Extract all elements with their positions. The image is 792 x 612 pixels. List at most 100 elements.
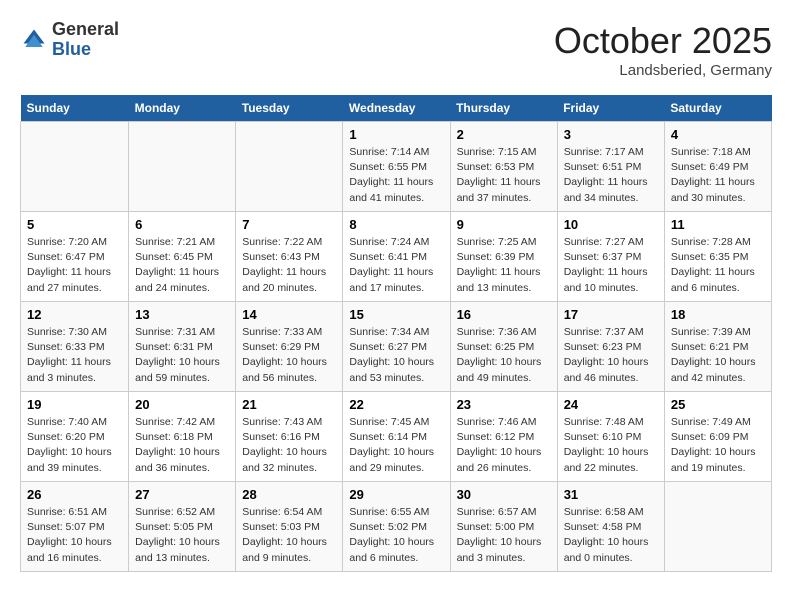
calendar-cell	[129, 122, 236, 212]
header-saturday: Saturday	[664, 95, 771, 122]
calendar-header-row: SundayMondayTuesdayWednesdayThursdayFrid…	[21, 95, 772, 122]
day-number: 14	[242, 307, 336, 322]
day-number: 10	[564, 217, 658, 232]
day-info: Sunrise: 7:30 AM Sunset: 6:33 PM Dayligh…	[27, 325, 122, 386]
day-number: 1	[349, 127, 443, 142]
calendar-week-row: 5 Sunrise: 7:20 AM Sunset: 6:47 PM Daylig…	[21, 212, 772, 302]
calendar-cell	[664, 482, 771, 572]
calendar-cell: 24Sunrise: 7:48 AM Sunset: 6:10 PM Dayli…	[557, 392, 664, 482]
day-number: 15	[349, 307, 443, 322]
calendar-cell: 16 Sunrise: 7:36 AM Sunset: 6:25 PM Dayli…	[450, 302, 557, 392]
calendar-cell: 18 Sunrise: 7:39 AM Sunset: 6:21 PM Dayli…	[664, 302, 771, 392]
day-info: Sunrise: 7:37 AM Sunset: 6:23 PM Dayligh…	[564, 325, 658, 386]
calendar-week-row: 19 Sunrise: 7:40 AM Sunset: 6:20 PM Dayli…	[21, 392, 772, 482]
calendar-cell: 26Sunrise: 6:51 AM Sunset: 5:07 PM Dayli…	[21, 482, 129, 572]
calendar-cell: 19 Sunrise: 7:40 AM Sunset: 6:20 PM Dayli…	[21, 392, 129, 482]
header-friday: Friday	[557, 95, 664, 122]
day-number: 13	[135, 307, 229, 322]
day-number: 25	[671, 397, 765, 412]
day-number: 27	[135, 487, 229, 502]
calendar-cell: 28Sunrise: 6:54 AM Sunset: 5:03 PM Dayli…	[236, 482, 343, 572]
day-info: Sunrise: 7:39 AM Sunset: 6:21 PM Dayligh…	[671, 325, 765, 386]
header-monday: Monday	[129, 95, 236, 122]
calendar-cell: 8 Sunrise: 7:24 AM Sunset: 6:41 PM Daylig…	[343, 212, 450, 302]
calendar-cell: 13 Sunrise: 7:31 AM Sunset: 6:31 PM Dayli…	[129, 302, 236, 392]
day-number: 11	[671, 217, 765, 232]
day-info: Sunrise: 7:49 AM Sunset: 6:09 PM Dayligh…	[671, 415, 765, 476]
calendar-cell: 27Sunrise: 6:52 AM Sunset: 5:05 PM Dayli…	[129, 482, 236, 572]
calendar-cell: 31 Sunrise: 6:58 AM Sunset: 4:58 PM Dayli…	[557, 482, 664, 572]
calendar-cell: 12 Sunrise: 7:30 AM Sunset: 6:33 PM Dayli…	[21, 302, 129, 392]
day-number: 22	[349, 397, 443, 412]
calendar-cell: 14 Sunrise: 7:33 AM Sunset: 6:29 PM Dayli…	[236, 302, 343, 392]
day-number: 19	[27, 397, 122, 412]
calendar-cell: 15 Sunrise: 7:34 AM Sunset: 6:27 PM Dayli…	[343, 302, 450, 392]
day-info: Sunrise: 7:20 AM Sunset: 6:47 PM Dayligh…	[27, 235, 122, 296]
calendar-week-row: 1 Sunrise: 7:14 AM Sunset: 6:55 PM Daylig…	[21, 122, 772, 212]
day-number: 6	[135, 217, 229, 232]
day-number: 12	[27, 307, 122, 322]
day-number: 24	[564, 397, 658, 412]
header-tuesday: Tuesday	[236, 95, 343, 122]
calendar-cell: 30Sunrise: 6:57 AM Sunset: 5:00 PM Dayli…	[450, 482, 557, 572]
day-info: Sunrise: 7:17 AM Sunset: 6:51 PM Dayligh…	[564, 145, 658, 206]
page-header: General Blue October 2025 Landsberied, G…	[20, 20, 772, 79]
header-wednesday: Wednesday	[343, 95, 450, 122]
month-title: October 2025	[554, 20, 772, 62]
day-info: Sunrise: 7:33 AM Sunset: 6:29 PM Dayligh…	[242, 325, 336, 386]
day-info: Sunrise: 7:15 AM Sunset: 6:53 PM Dayligh…	[457, 145, 551, 206]
calendar-cell: 2 Sunrise: 7:15 AM Sunset: 6:53 PM Daylig…	[450, 122, 557, 212]
day-number: 8	[349, 217, 443, 232]
day-info: Sunrise: 7:31 AM Sunset: 6:31 PM Dayligh…	[135, 325, 229, 386]
day-info: Sunrise: 6:57 AM Sunset: 5:00 PM Dayligh…	[457, 505, 551, 566]
day-info: Sunrise: 6:55 AM Sunset: 5:02 PM Dayligh…	[349, 505, 443, 566]
day-info: Sunrise: 7:42 AM Sunset: 6:18 PM Dayligh…	[135, 415, 229, 476]
calendar-cell: 20 Sunrise: 7:42 AM Sunset: 6:18 PM Dayli…	[129, 392, 236, 482]
day-info: Sunrise: 7:25 AM Sunset: 6:39 PM Dayligh…	[457, 235, 551, 296]
day-info: Sunrise: 7:14 AM Sunset: 6:55 PM Dayligh…	[349, 145, 443, 206]
day-info: Sunrise: 7:24 AM Sunset: 6:41 PM Dayligh…	[349, 235, 443, 296]
day-number: 9	[457, 217, 551, 232]
calendar-cell: 22 Sunrise: 7:45 AM Sunset: 6:14 PM Dayli…	[343, 392, 450, 482]
calendar-cell: 5 Sunrise: 7:20 AM Sunset: 6:47 PM Daylig…	[21, 212, 129, 302]
day-number: 3	[564, 127, 658, 142]
logo-general: General	[52, 20, 119, 40]
day-number: 16	[457, 307, 551, 322]
calendar-cell: 11 Sunrise: 7:28 AM Sunset: 6:35 PM Dayli…	[664, 212, 771, 302]
logo-text: General Blue	[52, 20, 119, 60]
calendar-cell: 29Sunrise: 6:55 AM Sunset: 5:02 PM Dayli…	[343, 482, 450, 572]
day-info: Sunrise: 7:18 AM Sunset: 6:49 PM Dayligh…	[671, 145, 765, 206]
calendar-cell: 4Sunrise: 7:18 AM Sunset: 6:49 PM Daylig…	[664, 122, 771, 212]
day-number: 21	[242, 397, 336, 412]
day-info: Sunrise: 7:28 AM Sunset: 6:35 PM Dayligh…	[671, 235, 765, 296]
day-info: Sunrise: 7:21 AM Sunset: 6:45 PM Dayligh…	[135, 235, 229, 296]
day-number: 23	[457, 397, 551, 412]
calendar-week-row: 12 Sunrise: 7:30 AM Sunset: 6:33 PM Dayli…	[21, 302, 772, 392]
day-info: Sunrise: 7:45 AM Sunset: 6:14 PM Dayligh…	[349, 415, 443, 476]
day-info: Sunrise: 6:58 AM Sunset: 4:58 PM Dayligh…	[564, 505, 658, 566]
day-info: Sunrise: 7:34 AM Sunset: 6:27 PM Dayligh…	[349, 325, 443, 386]
header-thursday: Thursday	[450, 95, 557, 122]
calendar-cell: 21 Sunrise: 7:43 AM Sunset: 6:16 PM Dayli…	[236, 392, 343, 482]
day-number: 31	[564, 487, 658, 502]
day-info: Sunrise: 6:51 AM Sunset: 5:07 PM Dayligh…	[27, 505, 122, 566]
calendar-week-row: 26Sunrise: 6:51 AM Sunset: 5:07 PM Dayli…	[21, 482, 772, 572]
day-number: 18	[671, 307, 765, 322]
calendar-cell: 6 Sunrise: 7:21 AM Sunset: 6:45 PM Daylig…	[129, 212, 236, 302]
calendar-cell: 25 Sunrise: 7:49 AM Sunset: 6:09 PM Dayli…	[664, 392, 771, 482]
calendar-cell	[236, 122, 343, 212]
day-number: 2	[457, 127, 551, 142]
day-info: Sunrise: 7:40 AM Sunset: 6:20 PM Dayligh…	[27, 415, 122, 476]
day-info: Sunrise: 7:43 AM Sunset: 6:16 PM Dayligh…	[242, 415, 336, 476]
day-info: Sunrise: 6:54 AM Sunset: 5:03 PM Dayligh…	[242, 505, 336, 566]
header-sunday: Sunday	[21, 95, 129, 122]
day-info: Sunrise: 7:36 AM Sunset: 6:25 PM Dayligh…	[457, 325, 551, 386]
day-number: 20	[135, 397, 229, 412]
day-number: 5	[27, 217, 122, 232]
day-info: Sunrise: 7:46 AM Sunset: 6:12 PM Dayligh…	[457, 415, 551, 476]
day-number: 17	[564, 307, 658, 322]
day-info: Sunrise: 7:27 AM Sunset: 6:37 PM Dayligh…	[564, 235, 658, 296]
logo: General Blue	[20, 20, 119, 60]
calendar-cell	[21, 122, 129, 212]
calendar-table: SundayMondayTuesdayWednesdayThursdayFrid…	[20, 95, 772, 572]
